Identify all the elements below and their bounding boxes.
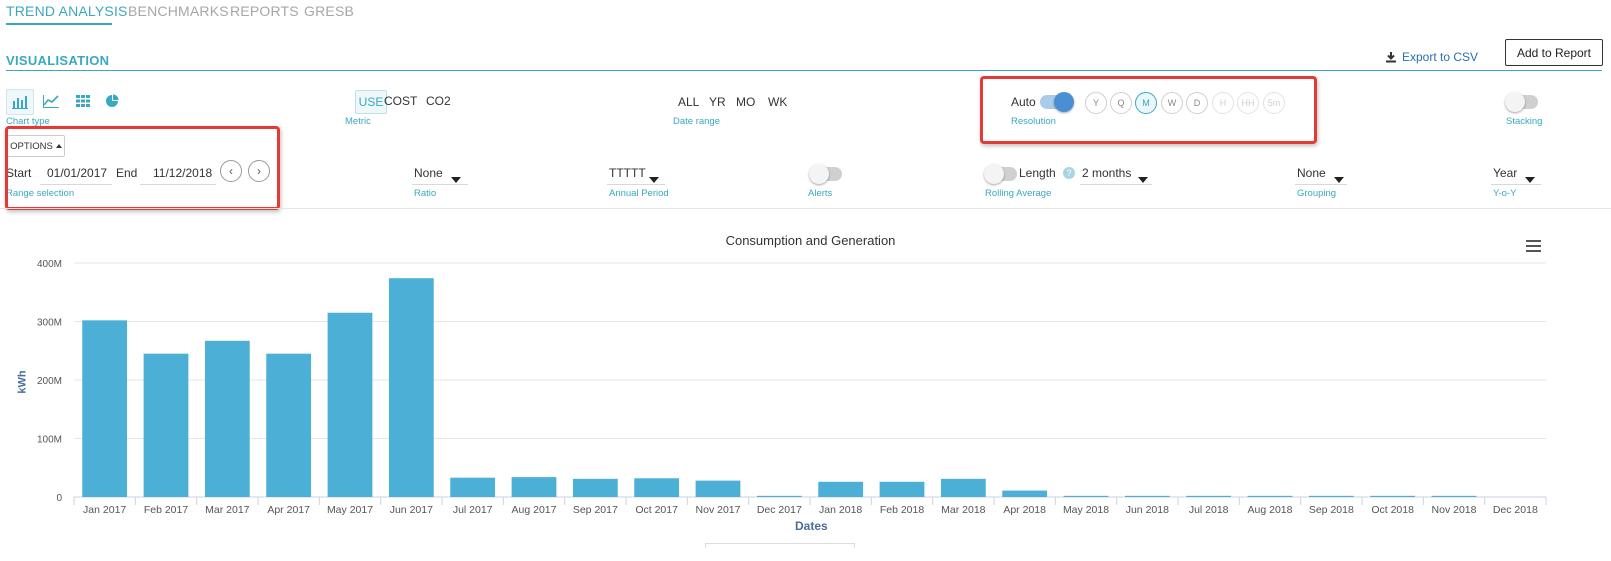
x-tick-label: Dec 2018	[1493, 504, 1538, 516]
bar	[879, 481, 925, 497]
x-tick-label: Jul 2017	[453, 504, 493, 516]
chart-plot: 0 100M 200M 300M 400M Jan 2017 Feb 2017 Mar 201…	[37, 259, 1547, 516]
bar	[1124, 495, 1170, 497]
x-tick-label: Nov 2017	[696, 504, 741, 516]
bar	[204, 340, 250, 497]
x-tick-label: May 2017	[327, 504, 373, 516]
bar	[143, 353, 189, 497]
x-tick-label: Apr 2018	[1003, 504, 1046, 516]
x-tick-label: Nov 2018	[1432, 504, 1477, 516]
bar	[388, 278, 434, 497]
y-tick-label: 0	[56, 493, 62, 504]
bar	[756, 495, 802, 497]
x-tick-label: Jun 2017	[390, 504, 433, 516]
bar	[940, 478, 986, 497]
x-tick-label: Mar 2018	[941, 504, 986, 516]
x-tick-label: Jun 2018	[1126, 504, 1169, 516]
x-tick-label: Sep 2018	[1309, 504, 1354, 516]
bar	[511, 477, 557, 497]
x-tick-label: Mar 2017	[205, 504, 250, 516]
x-tick-label: Dec 2017	[757, 504, 802, 516]
x-tick-label: Aug 2018	[1248, 504, 1293, 516]
x-tick-label: Sep 2017	[573, 504, 618, 516]
x-tick-label: Aug 2017	[512, 504, 557, 516]
bar	[327, 312, 373, 497]
bar	[572, 478, 618, 497]
bar	[266, 353, 312, 497]
y-tick-label: 400M	[37, 259, 62, 270]
y-tick-label: 300M	[37, 318, 62, 329]
x-tick-label: Jul 2018	[1189, 504, 1229, 516]
x-tick-label: Oct 2018	[1371, 504, 1414, 516]
bar	[634, 478, 680, 497]
bar	[1431, 495, 1477, 497]
bar	[695, 480, 741, 497]
bar	[82, 320, 128, 497]
bar	[1002, 490, 1048, 497]
bar	[450, 477, 496, 497]
x-tick-label: Jan 2018	[819, 504, 862, 516]
x-tick-label: Jan 2017	[83, 504, 126, 516]
x-tick-label: Feb 2018	[880, 504, 925, 516]
bar	[1247, 495, 1293, 497]
bar	[1370, 495, 1416, 497]
x-tick-label: Oct 2017	[635, 504, 678, 516]
y-tick-label: 200M	[37, 376, 62, 387]
x-tick-label: May 2018	[1063, 504, 1109, 516]
x-tick-label: Apr 2017	[267, 504, 310, 516]
bar	[1186, 495, 1232, 497]
y-tick-label: 100M	[37, 435, 62, 446]
bar	[818, 481, 864, 497]
bar	[1063, 495, 1109, 497]
footer-tab-stub	[705, 543, 855, 548]
x-tick-label: Feb 2017	[144, 504, 189, 516]
bar	[1308, 495, 1354, 497]
